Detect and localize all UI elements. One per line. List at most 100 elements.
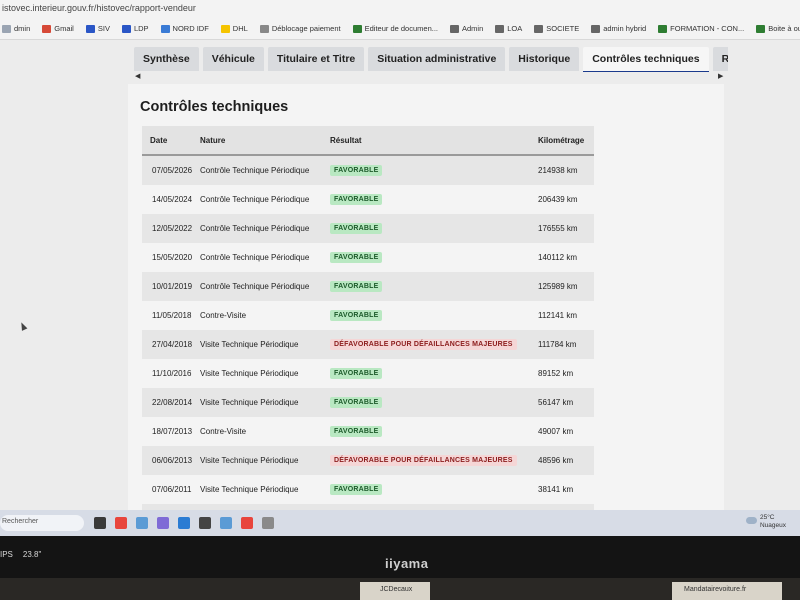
bookmark-item[interactable]: admin hybrid [591,24,646,33]
favorable-badge: FAVORABLE [330,223,383,234]
taskbar-app-icon[interactable] [199,517,211,529]
cell-date: 27/04/2018 [152,340,193,349]
cell-mileage: 176555 km [538,224,578,233]
cell-nature: Visite Technique Périodique [200,456,299,465]
bookmark-icon [591,24,601,33]
bookmark-label: admin hybrid [603,24,647,33]
table-header: Date Nature Résultat Kilométrage [142,126,594,156]
bookmark-icon [160,24,170,33]
tab-item[interactable]: Synthèse [134,47,199,71]
taskbar-app-icon[interactable] [220,517,232,529]
bookmark-item[interactable]: Boite à outils collab... [756,24,800,33]
bookmark-label: NORD IDF [172,24,209,33]
cell-result: FAVORABLE [330,484,526,495]
taskbar-apps [94,517,274,529]
table-row: 18/07/2013 Contre-Visite FAVORABLE 49007 km [142,417,594,446]
table-row: 06/06/2013 Visite Technique Périodique DÉF… [142,446,594,475]
bookmark-label: LOA [507,24,523,33]
taskbar-app-icon[interactable] [136,517,148,529]
bookmark-item[interactable]: LDP [121,24,149,33]
taskbar-app-icon[interactable] [241,517,253,529]
favorable-badge: FAVORABLE [330,484,383,495]
weather-widget[interactable]: 25°C Nuageux [745,514,786,530]
cell-date: 15/05/2020 [152,253,193,262]
tab-item[interactable]: Situation administrative [368,47,506,71]
cell-result: FAVORABLE [330,397,526,408]
table-row: 07/06/2011 Visite Technique Périodique FAV… [142,475,594,504]
scroll-right-icon[interactable]: ▶ [718,72,723,80]
weather-desc: Nuageux [759,522,786,529]
bookmark-item[interactable]: SIV [85,24,110,33]
cell-nature: Contrôle Technique Périodique [200,253,310,262]
bookmark-icon [85,24,95,33]
desk: JCDecaux Mandatairevoiture.fr [0,578,800,600]
scroll-left-icon[interactable]: ◀ [135,72,140,80]
favorable-badge: FAVORABLE [330,397,383,408]
controls-panel: Contrôles techniques Date Nature Résulta… [128,84,724,533]
osd-panel: IPS [0,550,13,559]
cell-nature: Contrôle Technique Périodique [200,224,310,233]
tab-item[interactable]: Véhicule [202,47,264,71]
cell-mileage: 125989 km [538,282,578,291]
taskbar: Rechercher 25°C Nuageux [0,510,800,536]
bookmark-item[interactable]: LOA [495,24,522,33]
cell-date: 07/05/2026 [152,166,193,175]
cell-result: FAVORABLE [330,194,526,205]
favorable-badge: FAVORABLE [330,252,383,263]
header-nature: Nature [200,135,226,145]
panel-title: Contrôles techniques [140,99,289,115]
taskbar-search[interactable]: Rechercher [0,515,84,531]
header-date: Date [150,135,168,145]
cell-nature: Visite Technique Périodique [200,340,299,349]
cell-mileage: 89152 km [538,369,574,378]
taskbar-app-icon[interactable] [178,517,190,529]
cell-mileage: 49007 km [538,427,574,436]
bookmark-item[interactable]: Admin [450,24,483,33]
bookmark-icon [450,24,459,33]
bookmark-icon [495,24,505,33]
header-mileage: Kilométrage [538,135,585,145]
bookmark-label: SIV [97,24,110,33]
bookmark-icon [756,24,766,33]
bookmark-item[interactable]: Gmail [42,24,74,33]
bookmark-item[interactable]: Déblocage paiement [259,24,341,33]
cell-nature: Visite Technique Périodique [200,398,299,407]
bookmark-item[interactable]: dmin [2,24,30,33]
bookmark-label: LDP [133,24,149,33]
cell-date: 12/05/2022 [152,224,193,233]
tab-item[interactable]: Rappels construc [712,47,728,71]
bookmark-item[interactable]: SOCIETE [534,24,579,33]
taskbar-app-icon[interactable] [94,517,106,529]
cell-result: FAVORABLE [330,165,526,176]
taskbar-app-icon[interactable] [157,517,169,529]
taskbar-app-icon[interactable] [115,517,127,529]
cell-date: 11/10/2016 [152,369,192,378]
favorable-badge: FAVORABLE [330,281,383,292]
address-bar[interactable]: istovec.interieur.gouv.fr/histovec/rappo… [0,0,800,18]
bookmark-label: FORMATION - CON... [670,24,745,33]
favorable-badge: FAVORABLE [330,194,383,205]
cell-result: FAVORABLE [330,223,526,234]
bookmark-item[interactable]: Editeur de documen... [352,24,438,33]
bookmark-label: DHL [232,24,248,33]
bookmark-item[interactable]: FORMATION - CON... [658,24,744,33]
bookmark-item[interactable]: NORD IDF [160,24,209,33]
bookmark-icon [534,24,544,33]
table-row: 07/05/2026 Contrôle Technique Périodique F… [142,156,594,185]
cell-date: 06/06/2013 [152,456,193,465]
cell-result: FAVORABLE [330,368,526,379]
bookmark-item[interactable]: DHL [220,24,248,33]
tab-item[interactable]: Titulaire et Titre [267,47,365,71]
bookmark-icon [259,24,269,33]
desk-label: Mandatairevoiture.fr [684,586,747,593]
tab-item[interactable]: Historique [509,47,580,71]
cell-date: 22/08/2014 [152,398,193,407]
cell-date: 07/06/2011 [152,485,192,494]
tab-active[interactable]: Contrôles techniques [583,47,709,72]
bookmark-label: Editeur de documen... [364,24,438,33]
bookmark-label: Gmail [54,24,74,33]
taskbar-app-icon[interactable] [262,517,274,529]
cell-mileage: 112141 km [538,311,577,320]
bookmark-icon [352,24,362,33]
table-row: 15/05/2020 Contrôle Technique Périodique F… [142,243,594,272]
